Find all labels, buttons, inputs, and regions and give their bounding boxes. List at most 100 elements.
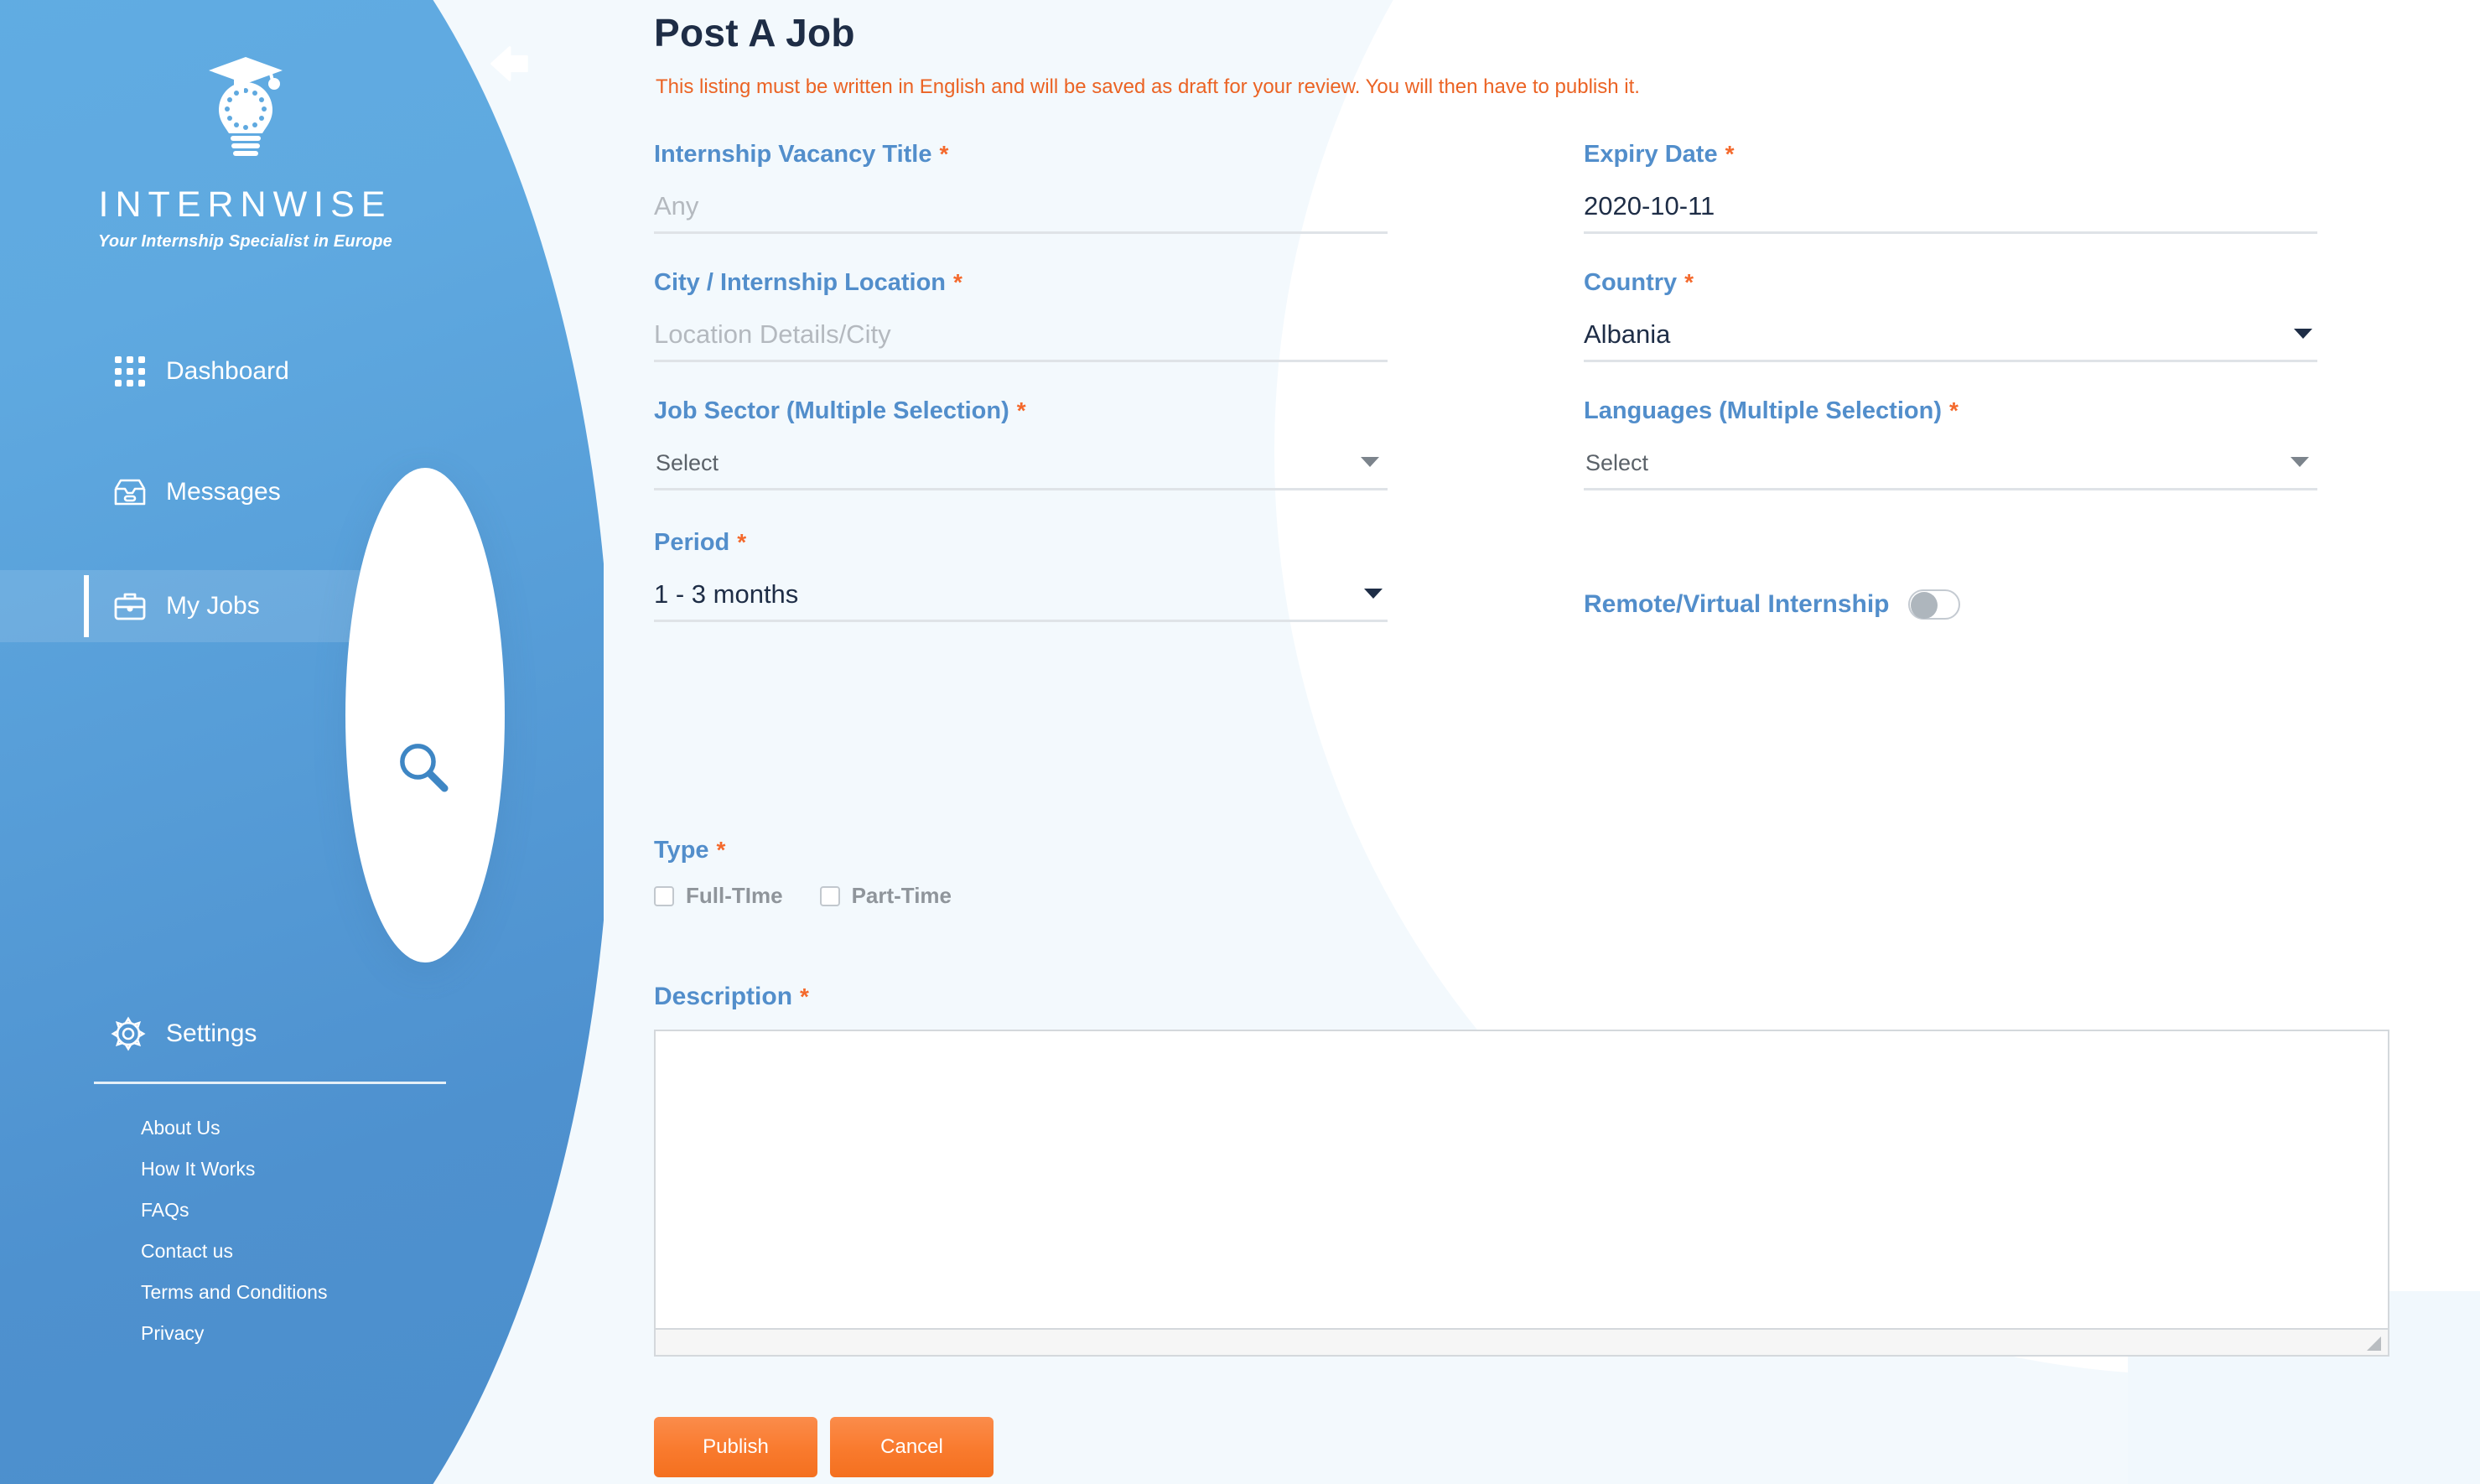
- remote-internship-label: Remote/Virtual Internship: [1584, 590, 1890, 618]
- field-label: Internship Vacancy Title *: [654, 143, 1388, 167]
- checkbox-full-time[interactable]: Full-TIme: [654, 883, 783, 909]
- checkbox-part-time[interactable]: Part-Time: [819, 883, 952, 909]
- field-label: Languages (Multiple Selection) *: [1584, 399, 2317, 423]
- field-label: Type *: [654, 838, 988, 863]
- form-actions: Publish Cancel: [654, 1417, 994, 1477]
- field-label: Job Sector (Multiple Selection) *: [654, 399, 1388, 423]
- expiry-date-input[interactable]: 2020-10-11: [1584, 185, 2317, 234]
- sidebar-item-label: Dashboard: [166, 357, 289, 385]
- field-label-text: Type: [654, 837, 709, 864]
- city-location-input[interactable]: Location Details/City: [654, 314, 1388, 362]
- field-label: Period *: [654, 531, 1388, 555]
- field-label-text: Description: [654, 983, 793, 1010]
- field-label-text: Country: [1584, 269, 1678, 296]
- country-select[interactable]: Albania: [1584, 314, 2317, 362]
- field-label: Country *: [1584, 271, 2317, 295]
- sidebar: INTERNWISE Your Internship Specialist in…: [0, 0, 604, 1484]
- chevron-down-icon: [2291, 457, 2309, 467]
- search-icon[interactable]: [394, 738, 453, 796]
- sidebar-settings-section: Settings About Us How It Works FAQs Cont…: [0, 1004, 470, 1354]
- checkbox-label: Part-Time: [851, 883, 952, 908]
- brand-tagline: Your Internship Specialist in Europe: [98, 232, 392, 251]
- vacancy-title-placeholder: Any: [654, 191, 699, 221]
- required-marker: *: [1016, 397, 1026, 423]
- sidebar-item-my-jobs[interactable]: My Jobs: [0, 570, 470, 642]
- field-label-text: City / Internship Location: [654, 269, 947, 296]
- required-marker: *: [953, 269, 962, 295]
- field-label-text: Expiry Date: [1584, 141, 1718, 168]
- toggle-knob: [1910, 592, 1938, 619]
- languages-value: Select: [1585, 450, 1649, 475]
- footer-link-privacy[interactable]: Privacy: [141, 1313, 470, 1354]
- briefcase-icon: [111, 587, 149, 625]
- field-description: Description *: [654, 983, 2389, 1357]
- required-marker: *: [800, 983, 809, 1009]
- footer-link-contact-us[interactable]: Contact us: [141, 1231, 470, 1272]
- description-textarea[interactable]: [654, 1030, 2389, 1357]
- main-content: Post A Job This listing must be written …: [654, 0, 2480, 1484]
- chevron-down-icon: [1361, 457, 1379, 467]
- sidebar-divider: [94, 1082, 446, 1084]
- field-languages: Languages (Multiple Selection) * Select: [1584, 399, 2317, 490]
- footer-link-faqs[interactable]: FAQs: [141, 1190, 470, 1231]
- field-label: City / Internship Location *: [654, 271, 1388, 295]
- sidebar-item-messages[interactable]: Messages: [0, 456, 470, 528]
- resize-handle-icon[interactable]: [2367, 1336, 2381, 1351]
- vacancy-title-input[interactable]: Any: [654, 185, 1388, 234]
- sidebar-nav: Dashboard Messages My Jobs: [0, 335, 470, 642]
- form-column-left: Internship Vacancy Title * Any City / Int…: [654, 143, 1388, 622]
- period-select[interactable]: 1 - 3 months: [654, 573, 1388, 622]
- graduation-lightbulb-icon: [200, 50, 291, 172]
- publish-button[interactable]: Publish: [654, 1417, 817, 1477]
- field-city-location: City / Internship Location * Location Det…: [654, 271, 1388, 362]
- field-vacancy-title: Internship Vacancy Title * Any: [654, 143, 1388, 234]
- checkbox-box[interactable]: [654, 885, 674, 906]
- field-country: Country * Albania: [1584, 271, 2317, 362]
- footer-link-terms-and-conditions[interactable]: Terms and Conditions: [141, 1272, 470, 1313]
- inbox-icon: [111, 473, 149, 511]
- field-label-text: Internship Vacancy Title: [654, 141, 932, 168]
- brand-name: INTERNWISE: [98, 184, 392, 225]
- field-expiry-date: Expiry Date * 2020-10-11: [1584, 143, 2317, 234]
- sidebar-item-label: Settings: [166, 1020, 257, 1047]
- required-marker: *: [716, 837, 726, 863]
- field-remote-internship: Remote/Virtual Internship: [1584, 589, 2317, 620]
- type-options: Full-TIme Part-Time: [654, 883, 988, 909]
- back-arrow-icon[interactable]: [482, 38, 534, 90]
- field-label-text: Languages (Multiple Selection): [1584, 397, 1942, 424]
- sidebar-item-label: Messages: [166, 478, 281, 506]
- sidebar-footer-links: About Us How It Works FAQs Contact us Te…: [0, 1108, 470, 1354]
- cancel-button[interactable]: Cancel: [830, 1417, 994, 1477]
- field-job-sector: Job Sector (Multiple Selection) * Select: [654, 399, 1388, 490]
- country-value: Albania: [1584, 319, 1671, 349]
- job-sector-select[interactable]: Select: [654, 442, 1388, 490]
- footer-link-how-it-works[interactable]: How It Works: [141, 1149, 470, 1190]
- page-title: Post A Job: [654, 11, 855, 54]
- period-value: 1 - 3 months: [654, 579, 799, 609]
- page-note: This listing must be written in English …: [656, 75, 1640, 98]
- required-marker: *: [1684, 269, 1694, 295]
- required-marker: *: [939, 141, 949, 167]
- gear-icon: [109, 1014, 148, 1053]
- chevron-down-icon: [1364, 589, 1383, 599]
- app-root: INTERNWISE Your Internship Specialist in…: [0, 0, 2480, 1484]
- footer-link-about-us[interactable]: About Us: [141, 1108, 470, 1149]
- sidebar-item-settings[interactable]: Settings: [0, 1004, 470, 1063]
- required-marker: *: [1949, 397, 1959, 423]
- city-location-placeholder: Location Details/City: [654, 319, 891, 349]
- remote-internship-toggle[interactable]: [1907, 589, 1960, 620]
- field-type: Type * Full-TIme Part-Time: [654, 838, 988, 909]
- field-label: Description *: [654, 983, 2389, 1011]
- sidebar-item-label: My Jobs: [166, 592, 260, 620]
- textarea-footer: [656, 1328, 2388, 1355]
- required-marker: *: [737, 529, 747, 555]
- required-marker: *: [1725, 141, 1735, 167]
- brand-logo[interactable]: INTERNWISE Your Internship Specialist in…: [0, 50, 490, 252]
- checkbox-box[interactable]: [819, 885, 840, 906]
- expiry-date-value: 2020-10-11: [1584, 191, 1715, 221]
- sidebar-item-dashboard[interactable]: Dashboard: [0, 335, 470, 407]
- chevron-down-icon: [2294, 329, 2312, 339]
- languages-select[interactable]: Select: [1584, 442, 2317, 490]
- field-period: Period * 1 - 3 months: [654, 531, 1388, 622]
- field-label-text: Period: [654, 529, 730, 556]
